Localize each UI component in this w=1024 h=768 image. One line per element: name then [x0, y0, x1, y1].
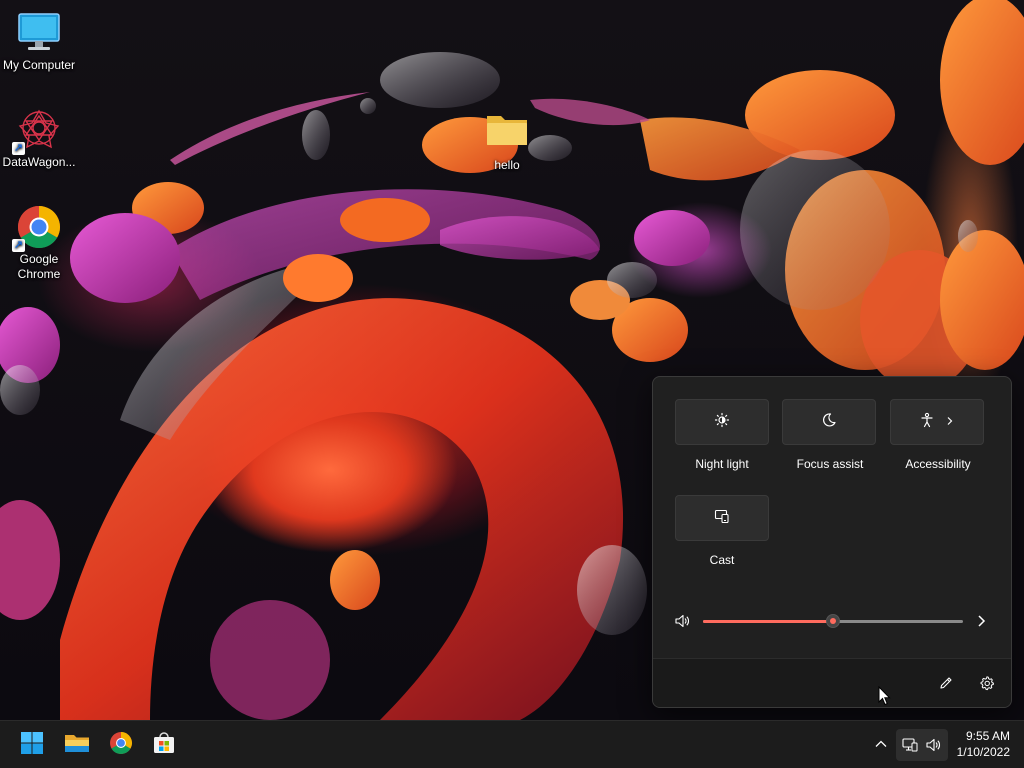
folder-icon — [64, 732, 90, 759]
gear-icon[interactable] — [979, 675, 995, 696]
shortcut-arrow-icon: ↗ — [12, 239, 25, 252]
network-icon — [902, 737, 918, 758]
night-light-toggle[interactable] — [675, 399, 769, 445]
folder-icon — [484, 110, 530, 156]
desktop-icon-label: Google Chrome — [17, 252, 61, 281]
night-light-label: Night light — [695, 457, 749, 471]
start-button[interactable] — [14, 727, 50, 763]
datawagon-app-icon: ↗ — [12, 107, 62, 155]
chrome-icon — [109, 731, 133, 760]
desktop-icon-hello-folder[interactable]: hello — [467, 110, 547, 173]
shortcut-arrow-icon: ↗ — [12, 142, 25, 155]
clock-time: 9:55 AM — [965, 729, 1010, 743]
taskbar-file-explorer[interactable] — [59, 727, 95, 763]
chrome-icon: ↗ — [12, 204, 62, 252]
mouse-cursor-icon — [878, 685, 891, 711]
speaker-icon[interactable] — [674, 613, 690, 634]
chevron-right-icon[interactable] — [945, 413, 955, 431]
accessibility-toggle[interactable] — [890, 399, 984, 445]
taskbar-clock[interactable]: 9:55 AM 1/10/2022 — [957, 728, 1010, 760]
cast-icon — [714, 508, 730, 529]
focus-assist-label: Focus assist — [796, 457, 864, 471]
quick-settings-panel: Night light Focus assist Accessibility C… — [652, 376, 1012, 708]
show-hidden-icons-chevron-up-icon[interactable] — [874, 737, 888, 756]
focus-assist-toggle[interactable] — [782, 399, 876, 445]
cast-label: Cast — [709, 553, 735, 567]
quick-settings-footer — [653, 658, 1011, 707]
volume-slider[interactable] — [703, 609, 963, 633]
cast-button[interactable] — [675, 495, 769, 541]
windows-logo-icon — [20, 731, 44, 760]
volume-output-chevron-icon[interactable] — [975, 613, 989, 634]
desktop-icon-google-chrome[interactable]: ↗ Google Chrome — [0, 204, 79, 282]
store-icon — [152, 731, 176, 760]
desktop-icon-datawagon[interactable]: ↗ DataWagon... — [0, 107, 79, 170]
taskbar: 9:55 AM 1/10/2022 — [0, 720, 1024, 768]
desktop-icon-my-computer[interactable]: My Computer — [0, 10, 79, 73]
accessibility-icon — [919, 412, 935, 433]
volume-fill — [703, 620, 833, 623]
desktop-icon-label: hello — [494, 158, 520, 172]
accessibility-label: Accessibility — [905, 457, 971, 471]
pencil-icon[interactable] — [938, 675, 954, 696]
network-volume-tray-button[interactable] — [896, 729, 948, 761]
monitor-icon — [16, 10, 62, 56]
brightness-icon — [714, 412, 730, 433]
taskbar-microsoft-store[interactable] — [146, 727, 182, 763]
taskbar-google-chrome[interactable] — [103, 727, 139, 763]
desktop-icon-label: DataWagon... — [2, 155, 76, 169]
clock-date: 1/10/2022 — [956, 745, 1010, 759]
volume-slider-thumb[interactable] — [826, 614, 840, 628]
speaker-icon — [925, 737, 941, 758]
moon-icon — [821, 412, 837, 433]
desktop-icon-label: My Computer — [2, 58, 76, 72]
